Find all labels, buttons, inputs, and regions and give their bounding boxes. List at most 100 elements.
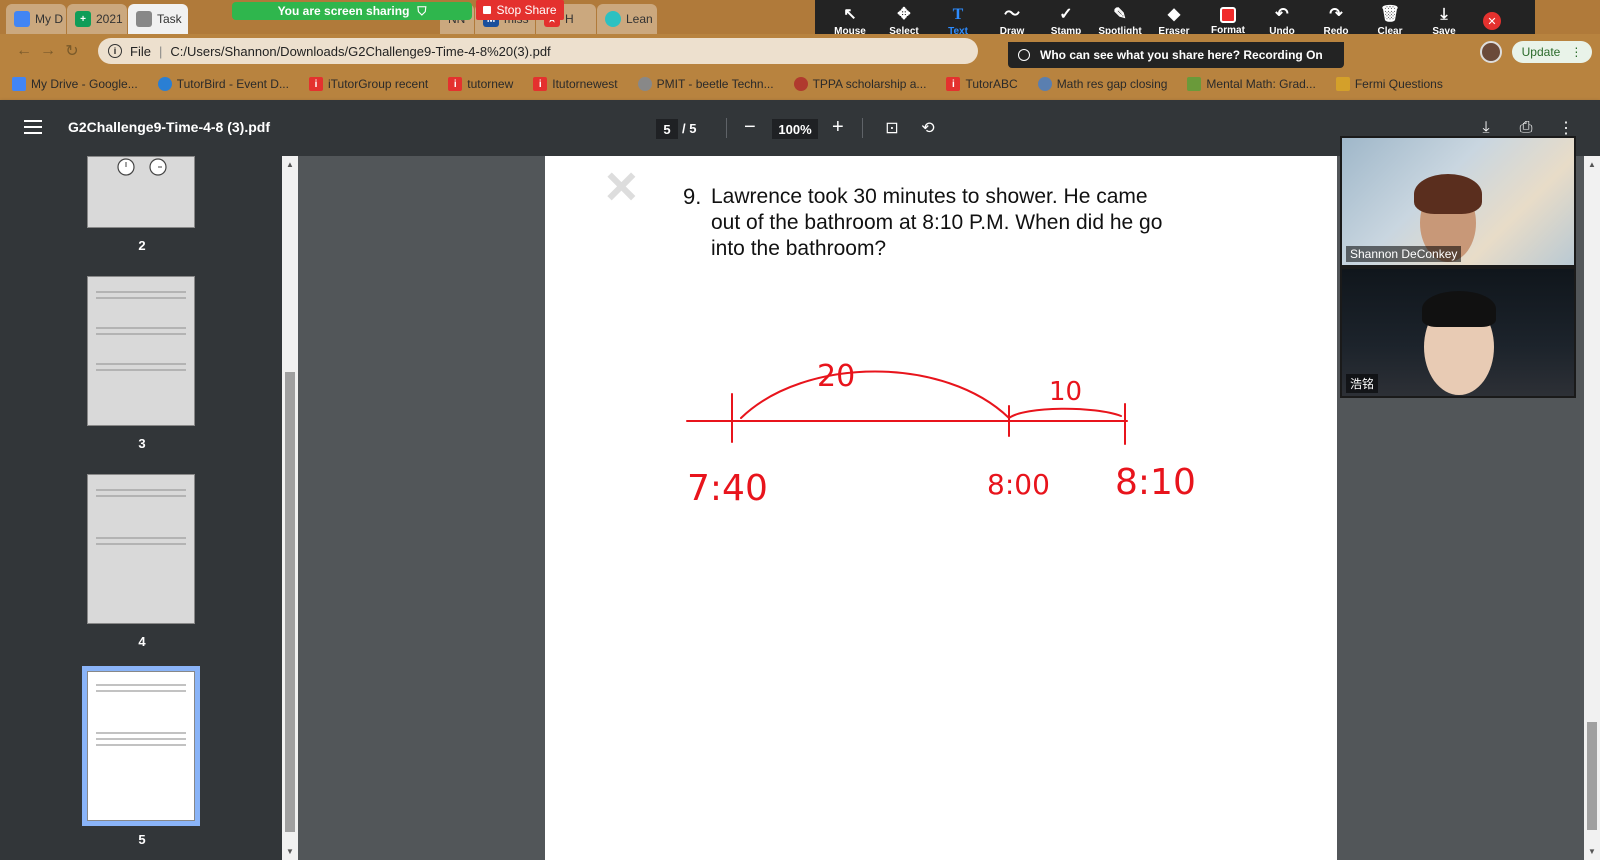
screen-sharing-indicator[interactable]: You are screen sharing ⛉ [232, 2, 472, 20]
scroll-up-arrow-icon[interactable]: ▲ [1588, 160, 1596, 169]
draw-tool-button[interactable]: 〜 Draw [985, 6, 1039, 37]
bookmark-item[interactable]: Mental Math: Grad... [1187, 77, 1316, 91]
info-icon[interactable]: i [108, 44, 122, 58]
zoom-level-input[interactable]: 100% [772, 119, 818, 139]
time-end-label: 8:10 [1115, 462, 1196, 503]
clock-icon [117, 158, 167, 176]
page-thumbnail[interactable] [87, 474, 195, 624]
video-gallery[interactable]: Shannon DeConkey 浩铭 [1340, 136, 1576, 398]
bookmark-item[interactable]: i iTutorGroup recent [308, 77, 429, 91]
fit-page-icon[interactable]: ⊡ [882, 118, 902, 138]
clear-button[interactable]: 🗑 Clear [1363, 6, 1417, 37]
close-icon[interactable]: ✕ [1483, 12, 1501, 30]
bookmark-item[interactable]: i TutorABC [946, 77, 1018, 91]
bookmark-label: TPPA scholarship a... [812, 77, 927, 91]
bookmark-label: Itutornewest [552, 77, 618, 91]
scroll-down-arrow-icon[interactable]: ▼ [286, 847, 294, 856]
zoom-out-button[interactable]: − [744, 116, 756, 139]
scroll-up-arrow-icon[interactable]: ▲ [286, 160, 294, 169]
annotation-drawing: 20 10 7:40 8:00 8:10 [686, 359, 1196, 509]
url-field[interactable]: i File | C:/Users/Shannon/Downloads/G2Ch… [98, 38, 978, 64]
forward-arrow-icon[interactable]: → [36, 42, 60, 60]
save-button[interactable]: ⤓ Save [1417, 6, 1471, 37]
bookmark-label: Math res gap closing [1056, 77, 1168, 91]
arc-right [1008, 407, 1122, 419]
bookmark-item[interactable]: PMIT - beetle Techn... [637, 77, 774, 91]
text-icon: T [952, 5, 964, 23]
bookmark-item[interactable]: Math res gap closing [1037, 77, 1168, 91]
video-tile[interactable]: Shannon DeConkey [1342, 138, 1574, 265]
tab-label: Lean [626, 12, 653, 26]
reload-icon[interactable]: ↻ [60, 41, 84, 61]
bookmark-favicon: i [308, 77, 323, 91]
browser-tab[interactable]: Lean [597, 4, 657, 34]
avatar[interactable] [1480, 41, 1502, 63]
tab-label: 2021 [96, 12, 123, 26]
eraser-icon: ◆ [1167, 5, 1181, 23]
bookmark-item[interactable]: TutorBird - Event D... [157, 77, 289, 91]
sharing-label: You are screen sharing [277, 4, 410, 18]
address-bar: ← → ↻ i File | C:/Users/Shannon/Download… [0, 34, 1600, 68]
select-tool-button[interactable]: ✥ Select [877, 6, 931, 37]
participant-name: 浩铭 [1346, 374, 1379, 393]
spotlight-tool-button[interactable]: ✎ Spotlight [1093, 6, 1147, 37]
thumbnail-sidebar: 2 3 4 5 [0, 156, 282, 860]
page-number-input[interactable]: 5 [656, 119, 678, 139]
undo-button[interactable]: ↶ Undo [1255, 6, 1309, 37]
bookmark-label: Fermi Questions [1354, 77, 1443, 91]
page-thumbnail-selected[interactable] [82, 666, 200, 826]
eraser-tool-button[interactable]: ◆ Eraser [1147, 6, 1201, 37]
page-total: / 5 [682, 121, 697, 136]
toolbar-divider [862, 118, 863, 138]
page-thumbnail[interactable] [87, 156, 195, 228]
browser-tab[interactable]: My D [6, 4, 66, 34]
bookmark-item[interactable]: i tutornew [448, 77, 513, 91]
bookmark-label: TutorBird - Event D... [176, 77, 289, 91]
scroll-down-arrow-icon[interactable]: ▼ [1588, 847, 1596, 856]
undo-icon: ↶ [1275, 5, 1289, 23]
back-arrow-icon[interactable]: ← [12, 42, 36, 60]
document-scrollbar[interactable]: ▲ ▼ [1584, 156, 1600, 860]
text-tool-button[interactable]: T Text [931, 6, 985, 37]
bookmark-item[interactable]: Fermi Questions [1335, 77, 1443, 91]
bookmark-favicon [1335, 77, 1350, 91]
format-tool-button[interactable]: Format [1201, 6, 1255, 36]
tab-favicon: + [75, 11, 91, 27]
video-tile[interactable]: 浩铭 [1342, 269, 1574, 396]
bookmark-favicon: i [533, 77, 548, 91]
bookmark-item[interactable]: i Itutornewest [533, 77, 618, 91]
banner-text: Who can see what you share here? Recordi… [1040, 48, 1323, 62]
zoom-in-button[interactable]: + [832, 116, 844, 139]
stamp-tool-button[interactable]: ✓ Stamp [1039, 6, 1093, 37]
print-icon[interactable]: ⎙ [1516, 118, 1536, 138]
more-options-icon[interactable]: ⋮ [1556, 118, 1576, 138]
globe-icon [637, 77, 652, 91]
scrollbar-thumb[interactable] [285, 372, 295, 832]
page-thumbnail[interactable] [87, 276, 195, 426]
download-icon: ⤓ [1440, 5, 1448, 23]
squiggle-icon: 〜 [1003, 5, 1020, 23]
bookmark-item[interactable]: My Drive - Google... [12, 77, 138, 91]
scrollbar-thumb[interactable] [1587, 722, 1597, 830]
menu-icon[interactable] [24, 120, 42, 134]
bookmark-favicon: i [448, 77, 463, 91]
bookmark-item[interactable]: TPPA scholarship a... [793, 77, 927, 91]
redo-button[interactable]: ↷ Redo [1309, 6, 1363, 37]
bookmark-label: iTutorGroup recent [327, 77, 429, 91]
bookmark-favicon [157, 77, 172, 91]
bookmark-label: TutorABC [965, 77, 1018, 91]
mouse-tool-button[interactable]: ↖ Mouse [823, 6, 877, 37]
share-visibility-banner[interactable]: Who can see what you share here? Recordi… [1008, 42, 1344, 68]
stop-share-button[interactable]: Stop Share [476, 0, 564, 20]
participant-video-hair [1414, 174, 1482, 214]
browser-tab[interactable]: Task [128, 4, 188, 34]
tab-favicon [605, 11, 621, 27]
browser-tab[interactable]: +2021 [67, 4, 127, 34]
tab-label: Task [157, 12, 182, 26]
update-button[interactable]: Update ⋮ [1512, 41, 1592, 63]
pdf-page: × 9. Lawrence took 30 minutes to shower.… [545, 156, 1337, 860]
download-icon[interactable]: ⤓ [1476, 118, 1496, 138]
sidebar-scrollbar[interactable]: ▲ ▼ [282, 156, 298, 860]
stop-share-label: Stop Share [496, 3, 557, 17]
rotate-icon[interactable]: ⟲ [918, 118, 938, 138]
